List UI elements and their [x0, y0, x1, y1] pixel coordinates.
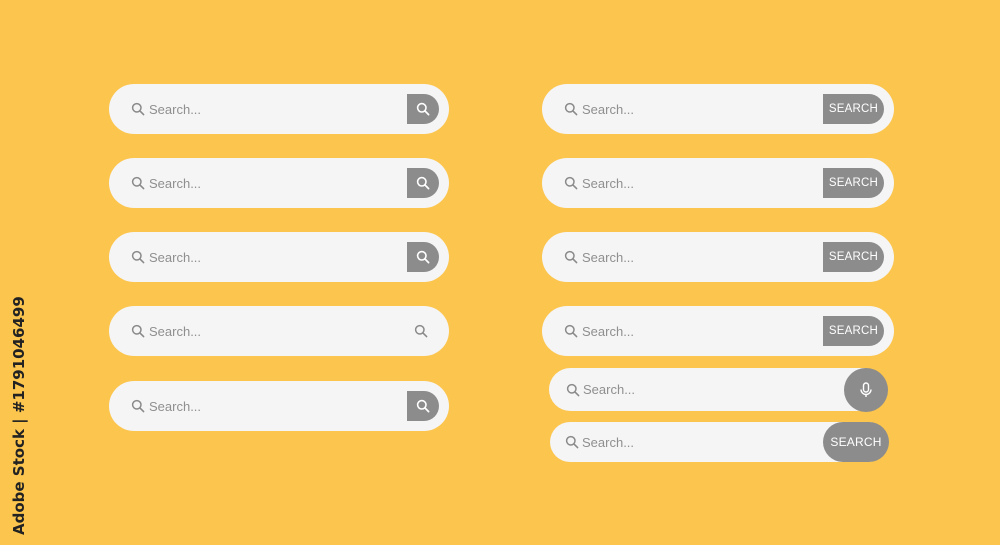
search-input[interactable] — [582, 306, 812, 356]
search-icon — [131, 176, 145, 190]
search-icon — [414, 324, 428, 338]
search-icon — [416, 250, 430, 264]
search-input[interactable] — [149, 381, 399, 431]
search-icon — [564, 102, 578, 116]
search-bar-7: SEARCH — [542, 158, 894, 208]
search-button[interactable]: SEARCH — [823, 316, 884, 346]
search-input[interactable] — [149, 158, 399, 208]
voice-search-button[interactable] — [844, 368, 888, 412]
search-input[interactable] — [149, 306, 399, 356]
search-input[interactable] — [582, 232, 812, 282]
search-bar-6: SEARCH — [542, 84, 894, 134]
search-icon — [416, 399, 430, 413]
watermark-credit: Adobe Stock | #1791046499 — [10, 296, 28, 535]
search-bar-5 — [109, 381, 449, 431]
search-button[interactable]: SEARCH — [823, 242, 884, 272]
search-icon — [416, 176, 430, 190]
search-icon — [565, 435, 579, 449]
search-button[interactable]: SEARCH — [823, 168, 884, 198]
search-bar-2 — [109, 158, 449, 208]
search-icon — [564, 324, 578, 338]
search-input[interactable] — [582, 422, 812, 462]
search-button[interactable]: SEARCH — [823, 422, 889, 462]
search-input[interactable] — [149, 232, 399, 282]
search-input[interactable] — [582, 158, 812, 208]
search-button[interactable] — [407, 391, 439, 421]
search-bar-voice — [549, 368, 885, 411]
search-button[interactable] — [407, 242, 439, 272]
search-button[interactable] — [407, 168, 439, 198]
search-bar-3 — [109, 232, 449, 282]
search-bar-8: SEARCH — [542, 232, 894, 282]
search-icon — [416, 102, 430, 116]
search-input[interactable] — [149, 84, 399, 134]
search-icon — [564, 250, 578, 264]
search-bar-9: SEARCH — [542, 306, 894, 356]
search-bar-4 — [109, 306, 449, 356]
search-icon — [566, 383, 580, 397]
search-bar-1 — [109, 84, 449, 134]
search-icon — [131, 324, 145, 338]
search-icon — [131, 102, 145, 116]
search-button[interactable]: SEARCH — [823, 94, 884, 124]
search-button[interactable] — [407, 94, 439, 124]
microphone-icon — [860, 382, 872, 397]
search-icon — [131, 399, 145, 413]
search-button[interactable] — [414, 324, 428, 338]
search-icon — [564, 176, 578, 190]
search-icon — [131, 250, 145, 264]
search-input[interactable] — [582, 84, 812, 134]
search-input[interactable] — [583, 368, 833, 411]
